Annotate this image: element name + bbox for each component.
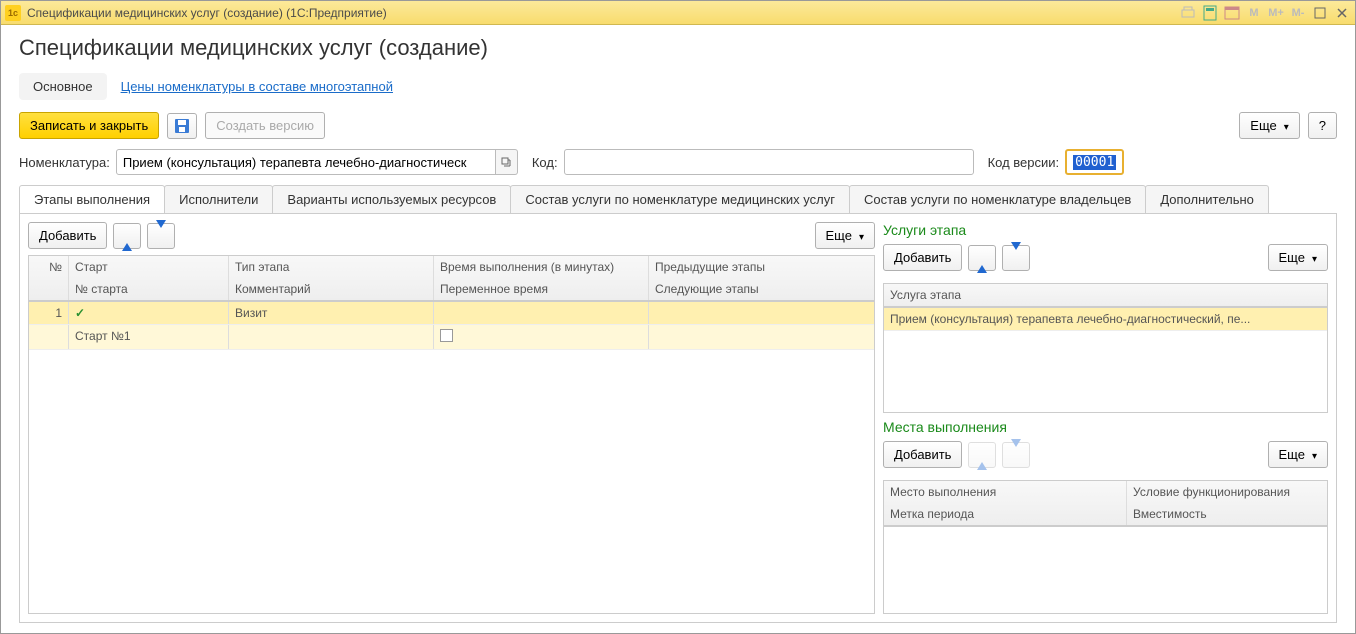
tab-owner-nomen[interactable]: Состав услуги по номенклатуре владельцев [849, 185, 1146, 213]
form-row: Номенклатура: Код: Код версии: 00001 [19, 149, 1337, 175]
detail-tabs: Этапы выполнения Исполнители Варианты ис… [19, 185, 1337, 214]
table-row[interactable]: 1 ✓ Визит [29, 302, 874, 325]
col-place: Место выполнения [884, 481, 1127, 503]
cell-time [434, 302, 649, 324]
memory-mminus-icon[interactable]: M- [1289, 5, 1307, 21]
table-row[interactable]: Прием (консультация) терапевта лечебно-д… [884, 308, 1327, 331]
services-title: Услуги этапа [883, 222, 1328, 238]
stages-grid[interactable]: № Старт Тип этапа Время выполнения (в ми… [28, 255, 875, 614]
more-button[interactable]: Еще [1239, 112, 1299, 139]
col-type: Тип этапа [229, 256, 434, 278]
nomenclature-input[interactable] [116, 149, 496, 175]
maximize-icon[interactable] [1311, 5, 1329, 21]
titlebar: 1c Спецификации медицинских услуг (созда… [1, 1, 1355, 25]
cell-next [649, 325, 874, 349]
code-label: Код: [532, 155, 558, 170]
window-title: Спецификации медицинских услуг (создание… [27, 6, 1179, 20]
move-up-button[interactable] [113, 223, 141, 249]
nomenclature-open-icon[interactable] [496, 149, 518, 175]
main-toolbar: Записать и закрыть Создать версию Еще ? [19, 112, 1337, 139]
move-down-button[interactable] [147, 223, 175, 249]
stages-grid-head: № Старт Тип этапа Время выполнения (в ми… [29, 256, 874, 302]
content-area: Спецификации медицинских услуг (создание… [1, 25, 1355, 633]
cell-type: Визит [229, 302, 434, 324]
services-grid-head: Услуга этапа [884, 284, 1327, 308]
add-service-button[interactable]: Добавить [883, 244, 962, 271]
write-close-button[interactable]: Записать и закрыть [19, 112, 159, 139]
places-more-button[interactable]: Еще [1268, 441, 1328, 468]
stages-grid-body: 1 ✓ Визит Старт №1 [29, 302, 874, 350]
help-button[interactable]: ? [1308, 112, 1337, 139]
services-grid[interactable]: Услуга этапа Прием (консультация) терапе… [883, 283, 1328, 413]
col-period: Метка периода [884, 503, 1127, 525]
checkbox-icon [440, 329, 453, 342]
tab-stages[interactable]: Этапы выполнения [19, 185, 165, 213]
table-row[interactable]: Старт №1 [29, 325, 874, 350]
col-prev: Предыдущие этапы [649, 256, 874, 278]
calculator-icon[interactable] [1201, 5, 1219, 21]
cell-vartime [434, 325, 649, 349]
add-place-button[interactable]: Добавить [883, 441, 962, 468]
tab-performers[interactable]: Исполнители [164, 185, 273, 213]
places-title: Места выполнения [883, 419, 1328, 435]
cell-prev [649, 302, 874, 324]
places-grid[interactable]: Место выполнения Условие функционировани… [883, 480, 1328, 614]
col-condition: Условие функционирования [1127, 481, 1327, 503]
cell-comment [229, 325, 434, 349]
nomenclature-label: Номенклатура: [19, 155, 110, 170]
cell-start: ✓ [69, 302, 229, 324]
service-down-button[interactable] [1002, 245, 1030, 271]
services-toolbar: Добавить Еще [883, 244, 1328, 271]
titlebar-controls: M M+ M- [1179, 5, 1351, 21]
tab-med-nomen[interactable]: Состав услуги по номенклатуре медицински… [510, 185, 850, 213]
col-time: Время выполнения (в минутах) [434, 256, 649, 278]
print-icon[interactable] [1179, 5, 1197, 21]
tab-resources[interactable]: Варианты используемых ресурсов [272, 185, 511, 213]
col-start: Старт [69, 256, 229, 278]
add-stage-button[interactable]: Добавить [28, 222, 107, 249]
col-comment: Комментарий [229, 278, 434, 300]
version-code-value: 00001 [1073, 155, 1116, 170]
close-icon[interactable] [1333, 5, 1351, 21]
place-up-button[interactable] [968, 442, 996, 468]
page-title: Спецификации медицинских услуг (создание… [19, 35, 1337, 61]
col-vartime: Переменное время [434, 278, 649, 300]
tab-additional[interactable]: Дополнительно [1145, 185, 1269, 213]
calendar-icon[interactable] [1223, 5, 1241, 21]
nav-tab-prices[interactable]: Цены номенклатуры в составе многоэтапной [107, 73, 407, 100]
create-version-button[interactable]: Создать версию [205, 112, 325, 139]
cell-number: 1 [29, 302, 69, 324]
version-code-box[interactable]: 00001 [1065, 149, 1124, 175]
col-nstart: № старта [69, 278, 229, 300]
place-down-button[interactable] [1002, 442, 1030, 468]
services-more-button[interactable]: Еще [1268, 244, 1328, 271]
cell-nstart: Старт №1 [69, 325, 229, 349]
cell-service: Прием (консультация) терапевта лечебно-д… [884, 308, 1327, 330]
memory-m-icon[interactable]: M [1245, 5, 1263, 21]
service-up-button[interactable] [968, 245, 996, 271]
stages-pane: Добавить Еще № Старт Тип этапа Время вып… [28, 222, 875, 614]
stages-toolbar: Добавить Еще [28, 222, 875, 249]
save-button[interactable] [167, 113, 197, 139]
app-logo-icon: 1c [5, 5, 21, 21]
right-pane: Услуги этапа Добавить Еще Услуга этапа [883, 222, 1328, 614]
nav-tabs: Основное Цены номенклатуры в составе мно… [19, 73, 1337, 100]
memory-mplus-icon[interactable]: M+ [1267, 5, 1285, 21]
col-number: № [29, 256, 69, 278]
places-toolbar: Добавить Еще [883, 441, 1328, 468]
col-next: Следующие этапы [649, 278, 874, 300]
stages-more-button[interactable]: Еще [815, 222, 875, 249]
col-service: Услуга этапа [884, 284, 1327, 306]
nomenclature-input-wrap [116, 149, 518, 175]
app-window: 1c Спецификации медицинских услуг (созда… [0, 0, 1356, 634]
check-icon: ✓ [75, 306, 85, 320]
tab-body: Добавить Еще № Старт Тип этапа Время вып… [19, 214, 1337, 623]
nav-tab-main[interactable]: Основное [19, 73, 107, 100]
version-label: Код версии: [988, 155, 1060, 170]
places-grid-head: Место выполнения Условие функционировани… [884, 481, 1327, 527]
code-input[interactable] [564, 149, 974, 175]
col-capacity: Вместимость [1127, 503, 1327, 525]
